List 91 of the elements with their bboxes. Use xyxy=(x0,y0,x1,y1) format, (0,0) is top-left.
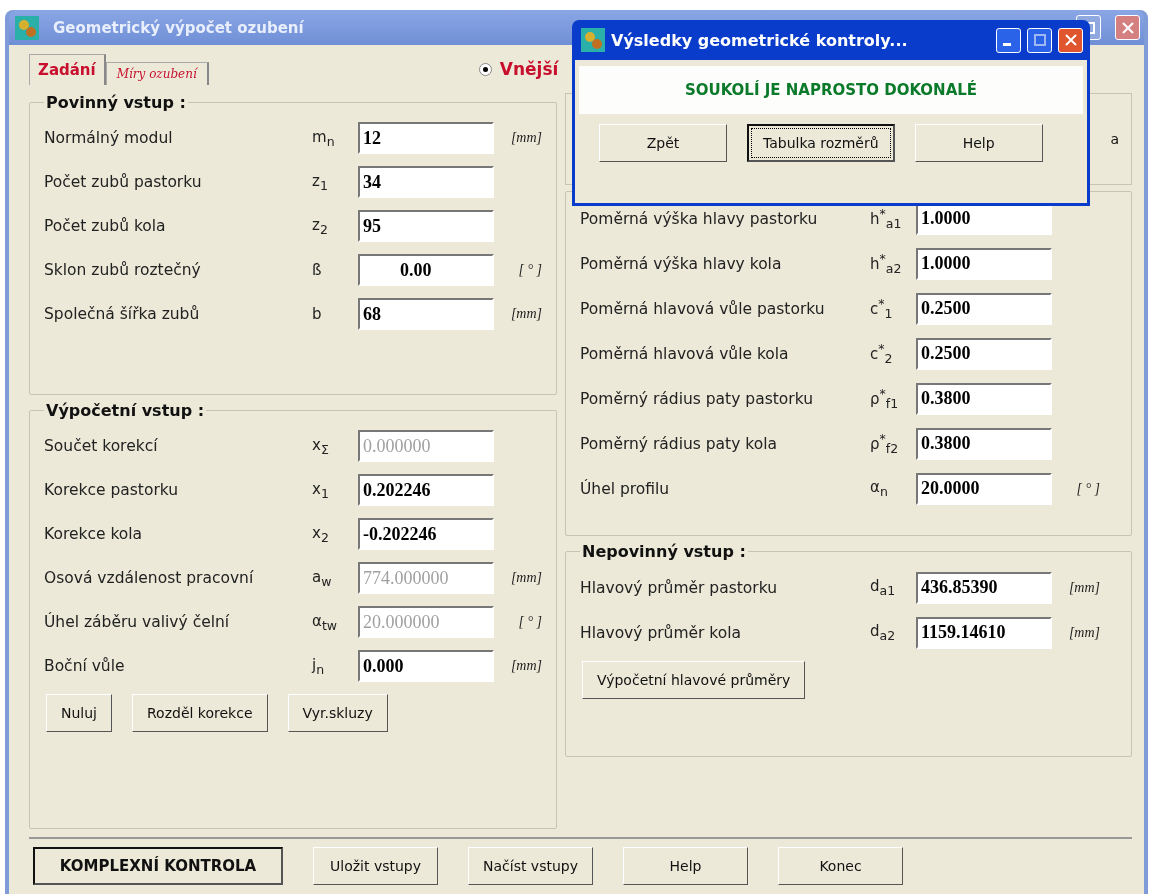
input-field[interactable]: 68 xyxy=(358,298,494,330)
field-label: Sklon zubů roztečný xyxy=(44,261,202,279)
field-label: Boční vůle xyxy=(44,657,126,675)
field-label: Poměrná výška hlavy kola xyxy=(580,254,783,273)
footer-button[interactable]: KOMPLEXNÍ KONTROLA xyxy=(33,847,283,885)
field-label: Korekce kola xyxy=(44,525,144,543)
app-icon xyxy=(581,28,605,52)
symbol: x$_{2}$ xyxy=(312,523,330,545)
symbol: α$_{n}$ xyxy=(870,478,889,499)
input-field[interactable]: 1159.14610 xyxy=(916,616,1052,649)
field-label: Hlavový průměr pastorku xyxy=(580,578,779,597)
tab[interactable]: Zadání xyxy=(29,54,106,85)
field-label: Společná šířka zubů xyxy=(44,305,201,323)
symbol: b xyxy=(312,305,323,323)
symbol: x$_{1}$ xyxy=(312,479,330,501)
action-button[interactable]: Rozděl korekce xyxy=(132,694,268,732)
result-message: SOUKOLÍ JE NAPROSTO DOKONALÉ xyxy=(579,66,1083,114)
button-text[interactable]: a xyxy=(1110,131,1119,147)
field-label: Počet zubů pastorku xyxy=(44,173,203,191)
input-field[interactable]: 0.2500 xyxy=(916,292,1052,325)
group-title: Povinný vstup : xyxy=(45,93,187,112)
unit-label: [mm] xyxy=(1067,624,1100,641)
symbol: d$_{a2}$ xyxy=(870,622,897,643)
group-title: Výpočetní vstup : xyxy=(45,401,206,420)
group-title: Nepovinný vstup : xyxy=(581,542,747,561)
field-label: Poměrný rádius paty pastorku xyxy=(580,389,814,408)
field-label: Poměrná hlavová vůle kola xyxy=(580,344,790,363)
field-label: Poměrná výška hlavy pastorku xyxy=(580,209,819,228)
field-label: Normálný modul xyxy=(44,129,174,147)
input-field[interactable]: 34 xyxy=(358,166,494,198)
unit-label: [ ° ] xyxy=(517,614,542,630)
unit-label: [mm] xyxy=(1067,579,1100,596)
footer-button[interactable]: Konec xyxy=(778,847,903,885)
footer-button[interactable]: Načíst vstupy xyxy=(468,847,593,885)
symbol: a$_{w}$ xyxy=(312,567,333,589)
input-field[interactable]: 1.0000 xyxy=(916,247,1052,280)
minimize-button[interactable] xyxy=(996,27,1021,53)
maximize-button[interactable] xyxy=(1027,27,1052,53)
minimize-icon xyxy=(1003,42,1011,46)
input-field[interactable]: 12 xyxy=(358,122,494,154)
action-button[interactable]: Vyr.skluzy xyxy=(287,694,388,732)
unit-label: [ ° ] xyxy=(1075,480,1100,497)
close-icon xyxy=(1121,21,1134,34)
input-field[interactable]: 0.00 xyxy=(358,254,494,286)
input-field[interactable]: 0.000 xyxy=(358,650,494,682)
field-label: Počet zubů kola xyxy=(44,217,167,235)
app-icon xyxy=(15,15,39,40)
input-field[interactable]: 95 xyxy=(358,210,494,242)
input-field[interactable]: 0.2500 xyxy=(916,337,1052,370)
input-field[interactable]: 20.0000 xyxy=(916,472,1052,505)
input-field[interactable]: 0.202246 xyxy=(358,474,494,506)
field-label: Úhel záběru valivý čelní xyxy=(44,613,231,631)
dialog-button[interactable]: Help xyxy=(914,124,1043,162)
field-label: Poměrný rádius paty kola xyxy=(580,434,778,453)
symbol: d$_{a1}$ xyxy=(870,577,897,598)
tab[interactable]: Míry ozubení xyxy=(105,62,209,85)
symbol: m$_{n}$ xyxy=(312,127,336,149)
dialog-title: Výsledky geometrické kontroly... xyxy=(611,30,909,50)
footer-button[interactable]: Help xyxy=(623,847,748,885)
unit-label: [ ° ] xyxy=(517,262,542,278)
symbol: j$_{n}$ xyxy=(312,655,326,677)
close-icon xyxy=(1064,34,1077,46)
footer-button[interactable]: Uložit vstupy xyxy=(313,847,438,885)
field-label: Korekce pastorku xyxy=(44,481,180,499)
unit-label: [mm] xyxy=(509,658,542,674)
field-label: Hlavový průměr kola xyxy=(580,623,743,642)
field-label: Součet korekcí xyxy=(44,437,159,455)
radio-button[interactable] xyxy=(478,62,492,76)
symbol: x$_{Σ}$ xyxy=(312,435,330,457)
symbol: z$_{2}$ xyxy=(312,215,329,237)
close-button[interactable] xyxy=(1058,27,1083,53)
input-field[interactable]: 0.3800 xyxy=(916,427,1052,460)
unit-label: [mm] xyxy=(509,130,542,146)
input-field[interactable]: 436.85390 xyxy=(916,571,1052,604)
action-button[interactable]: Nuluj xyxy=(46,694,112,732)
field-label: Úhel profilu xyxy=(580,479,671,498)
symbol: z$_{1}$ xyxy=(312,171,329,193)
symbol: ß xyxy=(312,261,323,279)
dialog-button[interactable]: Tabulka rozměrů xyxy=(747,124,895,162)
action-button[interactable]: Výpočetní hlavové průměry xyxy=(582,661,806,699)
symbol: α$_{tw}$ xyxy=(312,611,338,633)
field-label: Poměrná hlavová vůle pastorku xyxy=(580,299,826,318)
radio-label: Vnější xyxy=(499,59,559,79)
maximize-icon xyxy=(1033,34,1046,46)
unit-label: [mm] xyxy=(509,570,542,586)
field-label: Osová vzdálenost pracovní xyxy=(44,569,255,587)
unit-label: [mm] xyxy=(509,306,542,322)
dialog-button[interactable]: Zpět xyxy=(599,124,727,162)
input-field[interactable]: -0.202246 xyxy=(358,518,494,550)
input-field[interactable]: 0.3800 xyxy=(916,382,1052,415)
window-title: Geometrický výpočet ozubení xyxy=(53,18,305,37)
